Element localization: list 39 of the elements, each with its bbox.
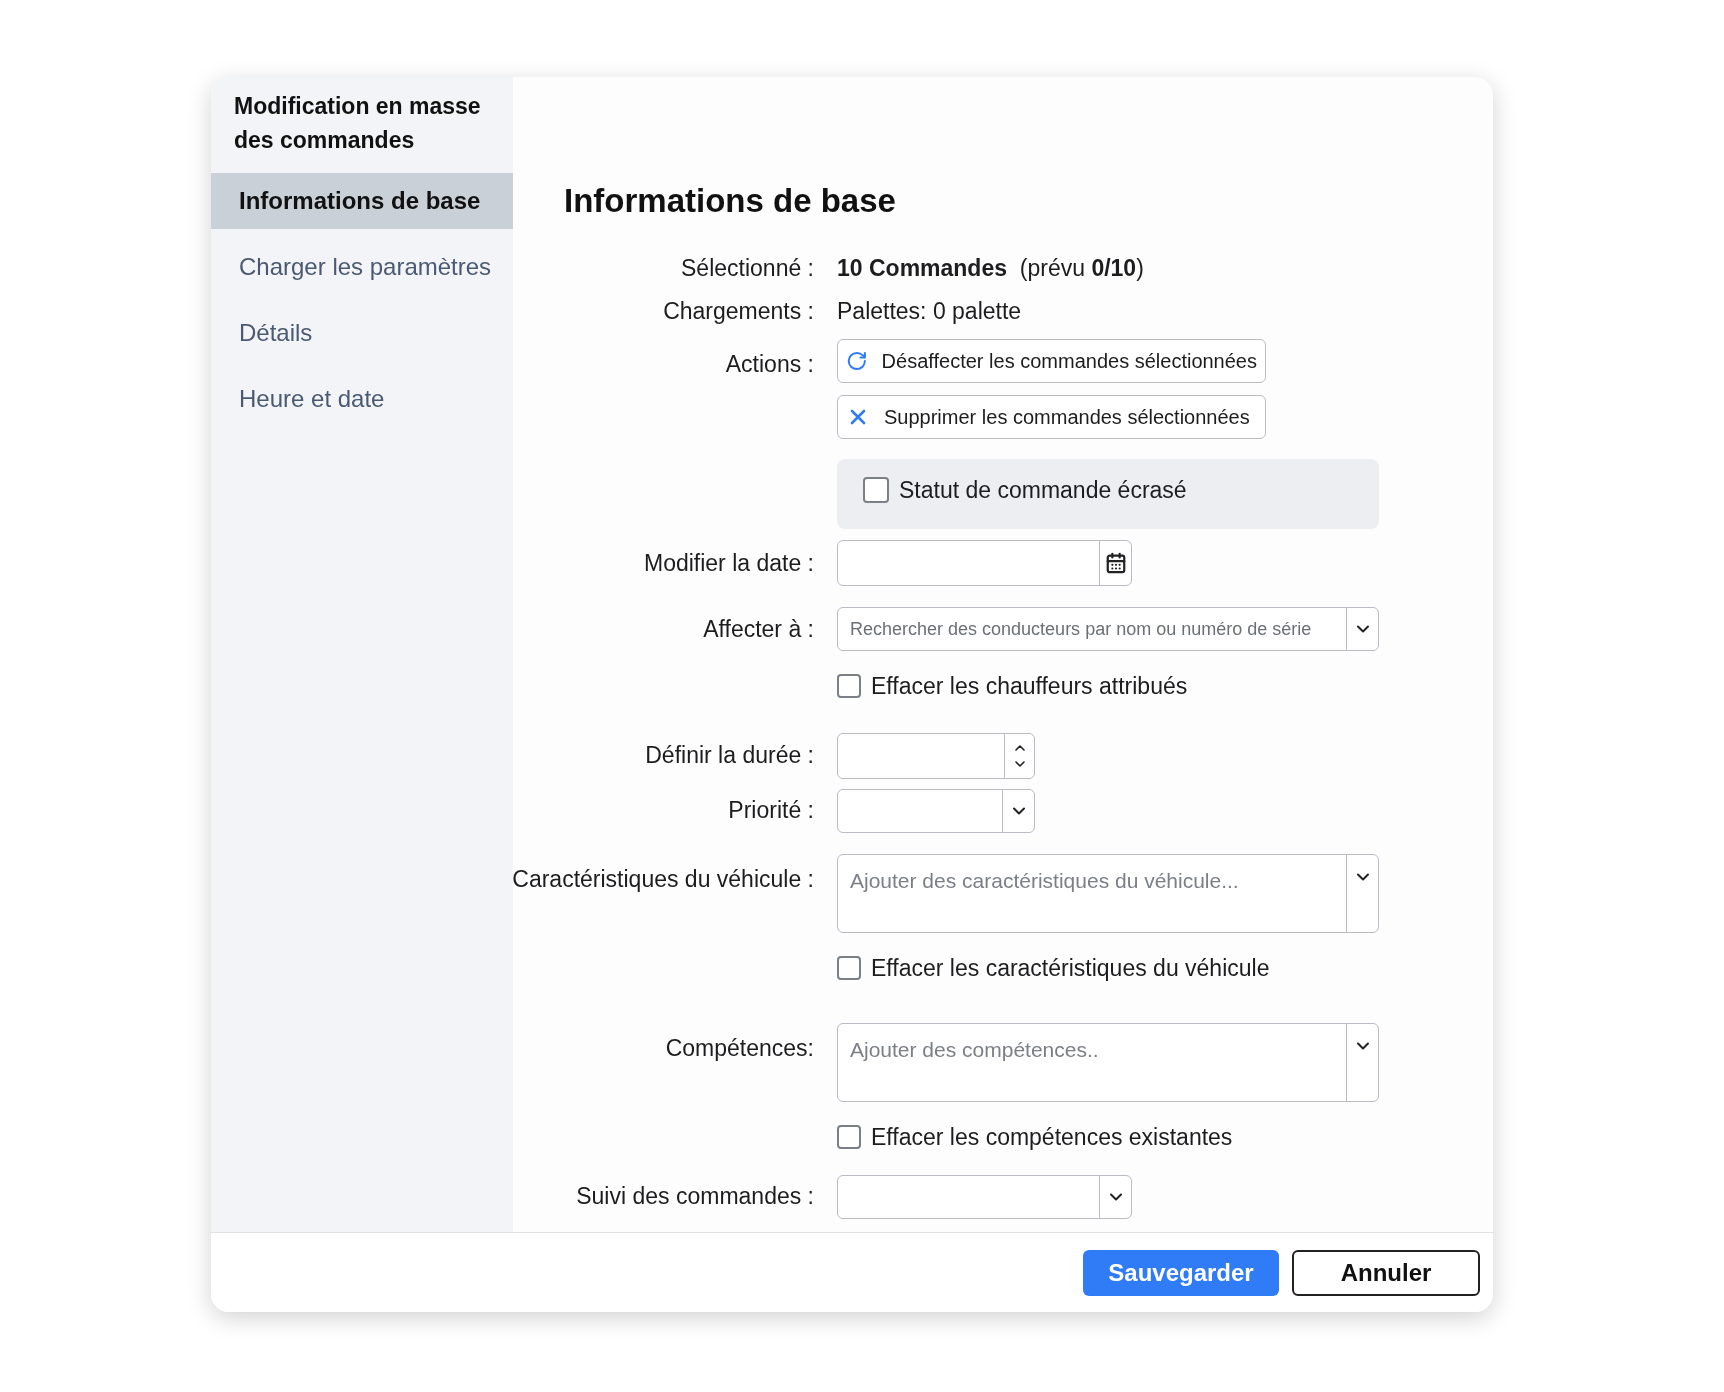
multi-select-field[interactable]: Ajouter des compétences.. <box>837 1023 1379 1102</box>
calendar-icon <box>1104 552 1127 574</box>
field-label: Priorité : <box>728 796 814 826</box>
field-label: Suivi des commandes : <box>576 1182 814 1212</box>
checkbox-label: Effacer les compétences existantes <box>871 1123 1233 1152</box>
action-button[interactable]: Désaffecter les commandes sélectionnées <box>837 339 1266 383</box>
field-label: Définir la durée : <box>645 741 814 771</box>
multi-select-field[interactable]: Ajouter des caractéristiques du véhicule... <box>837 853 1379 933</box>
field-label: Caractéristiques du véhicule : <box>512 864 814 894</box>
placeholder-text: Ajouter des compétences.. <box>850 1038 1099 1061</box>
rotate-arrow-icon <box>846 349 868 373</box>
checkbox[interactable] <box>837 674 861 699</box>
checkbox-label: Effacer les chauffeurs attribués <box>871 672 1188 701</box>
field-label: Actions : <box>725 350 814 379</box>
dialog-title: Modification en masse des commandes <box>234 92 482 155</box>
field-label: Chargements : <box>663 297 814 327</box>
sidebar-item[interactable]: Informations de base <box>211 173 513 229</box>
driver-search-field[interactable]: Rechercher des conducteurs par nom ou numéro de série <box>837 607 1379 651</box>
cancel-button[interactable]: Annuler <box>1292 1249 1480 1296</box>
sidebar-item[interactable]: Heure et date <box>211 371 513 427</box>
placeholder-text: Ajouter des caractéristiques du véhicule... <box>850 868 1239 892</box>
sidebar-item[interactable]: Détails <box>211 305 513 361</box>
section-heading: Informations de base <box>564 181 897 221</box>
summary-value: Palettes: 0 palette <box>837 297 1022 327</box>
sidebar-item[interactable]: Charger les paramètres <box>211 239 513 295</box>
summary-value: 10 Commandes (prévu 0/10) <box>837 254 1144 284</box>
field-label: Modifier la date : <box>643 548 814 578</box>
field-label: Affecter à : <box>703 614 814 644</box>
date-field[interactable] <box>837 540 1132 586</box>
checkbox[interactable] <box>863 477 889 504</box>
action-button[interactable]: Supprimer les commandes sélectionnées <box>837 395 1266 439</box>
checkbox-label: Statut de commande écrasé <box>899 476 1187 505</box>
field-label: Compétences: <box>665 1034 814 1063</box>
checkbox[interactable] <box>837 955 861 980</box>
checkbox[interactable] <box>837 1125 861 1150</box>
save-button[interactable]: Sauvegarder <box>1083 1249 1279 1296</box>
checkbox-label: Effacer les caractéristiques du véhicule <box>871 953 1270 983</box>
field-label: Sélectionné : <box>681 254 814 284</box>
placeholder-text: Rechercher des conducteurs par nom ou numéro de série <box>850 617 1312 641</box>
